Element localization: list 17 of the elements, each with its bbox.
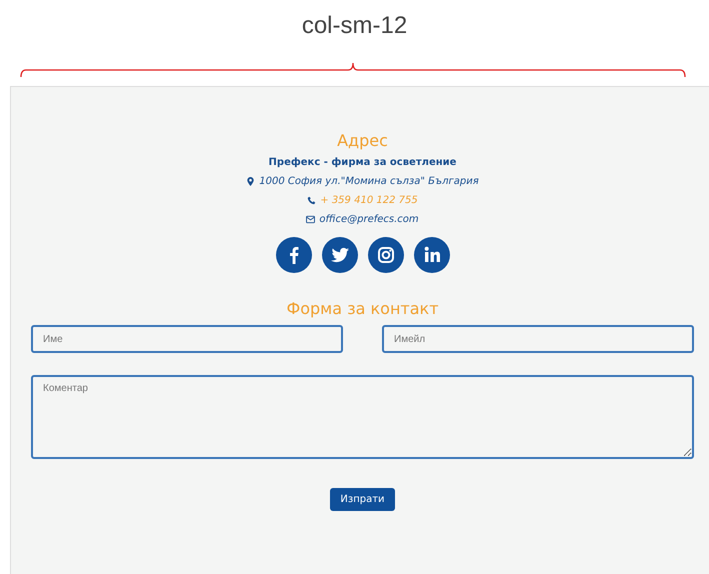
name-field[interactable]: Име: [31, 325, 343, 353]
email-field[interactable]: Имейл: [382, 325, 694, 353]
linkedin-icon[interactable]: [414, 237, 450, 273]
street-address: 1000 София ул."Момина сълза" България: [259, 176, 479, 187]
form-heading: Форма за контакт: [286, 299, 439, 319]
bird-icon[interactable]: [322, 237, 358, 273]
facebook-icon[interactable]: [276, 237, 312, 273]
comment-field[interactable]: Коментар: [31, 375, 694, 459]
phone-icon: [307, 196, 316, 205]
address-heading: Адрес: [337, 131, 388, 151]
email-address[interactable]: office@prefecs.com: [319, 214, 419, 225]
column-label: col-sm-12: [302, 12, 408, 40]
map-pin-icon: [246, 177, 256, 186]
envelope-icon: [306, 215, 316, 224]
company-name: Префекс - фирма за осветление: [268, 157, 456, 168]
submit-button[interactable]: Изпрати: [330, 488, 395, 511]
camera-icon[interactable]: [368, 237, 404, 273]
